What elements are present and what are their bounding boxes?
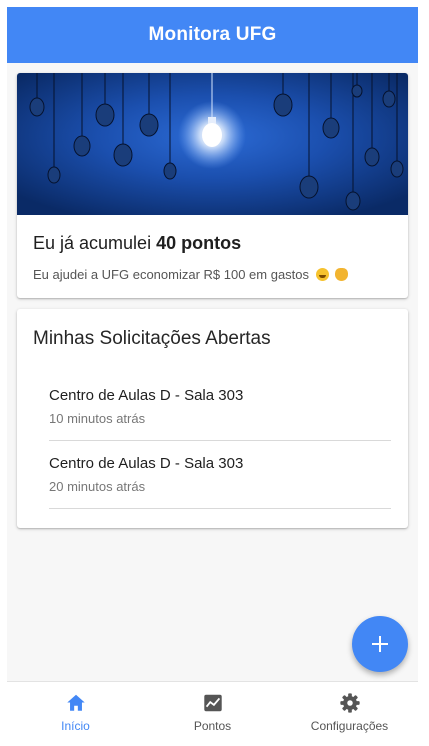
savings-text-label: Eu ajudei a UFG economizar R$ 100 em gas… bbox=[33, 267, 310, 282]
gear-icon bbox=[339, 693, 360, 713]
request-location: Centro de Aulas D - Sala 303 bbox=[49, 455, 244, 472]
request-list-item[interactable]: Centro de Aulas D - Sala 303 10 minutos … bbox=[49, 373, 391, 441]
points-heading-prefix: Eu já acumulei bbox=[33, 233, 152, 253]
request-time: 10 minutos atrás bbox=[49, 411, 146, 426]
nav-item-pontos[interactable]: Pontos bbox=[144, 682, 281, 739]
hero-image bbox=[17, 73, 408, 215]
nav-label-pontos: Pontos bbox=[193, 719, 232, 733]
bottom-navigation: Início Pontos Configurações bbox=[7, 681, 418, 739]
grinning-face-icon bbox=[315, 268, 329, 281]
points-value: 40 pontos bbox=[156, 233, 242, 253]
open-requests-title: Minhas Solicitações Abertas bbox=[33, 328, 271, 349]
plus-icon bbox=[372, 636, 388, 652]
app-bar: Monitora UFG bbox=[7, 7, 418, 63]
nav-item-configuracoes[interactable]: Configurações bbox=[281, 682, 418, 739]
app-frame: Monitora UFG Eu já acumulei 40 pontos Eu… bbox=[7, 7, 418, 739]
request-time: 20 minutos atrás bbox=[49, 479, 146, 494]
request-location: Centro de Aulas D - Sala 303 bbox=[49, 387, 244, 404]
nav-item-inicio[interactable]: Início bbox=[7, 682, 144, 739]
savings-text: Eu ajudei a UFG economizar R$ 100 em gas… bbox=[33, 267, 349, 282]
clapping-hands-icon bbox=[335, 268, 349, 281]
points-card: Eu já acumulei 40 pontos Eu ajudei a UFG… bbox=[17, 73, 408, 298]
chart-icon bbox=[203, 694, 222, 712]
home-icon bbox=[66, 694, 85, 711]
points-heading: Eu já acumulei 40 pontos bbox=[33, 233, 241, 254]
add-request-button[interactable] bbox=[352, 616, 408, 672]
nav-label-configuracoes: Configurações bbox=[310, 719, 389, 733]
app-title: Monitora UFG bbox=[148, 24, 277, 45]
open-requests-card: Minhas Solicitações Abertas Centro de Au… bbox=[17, 309, 408, 528]
nav-label-inicio: Início bbox=[61, 719, 90, 733]
request-list-item[interactable]: Centro de Aulas D - Sala 303 20 minutos … bbox=[49, 441, 391, 509]
